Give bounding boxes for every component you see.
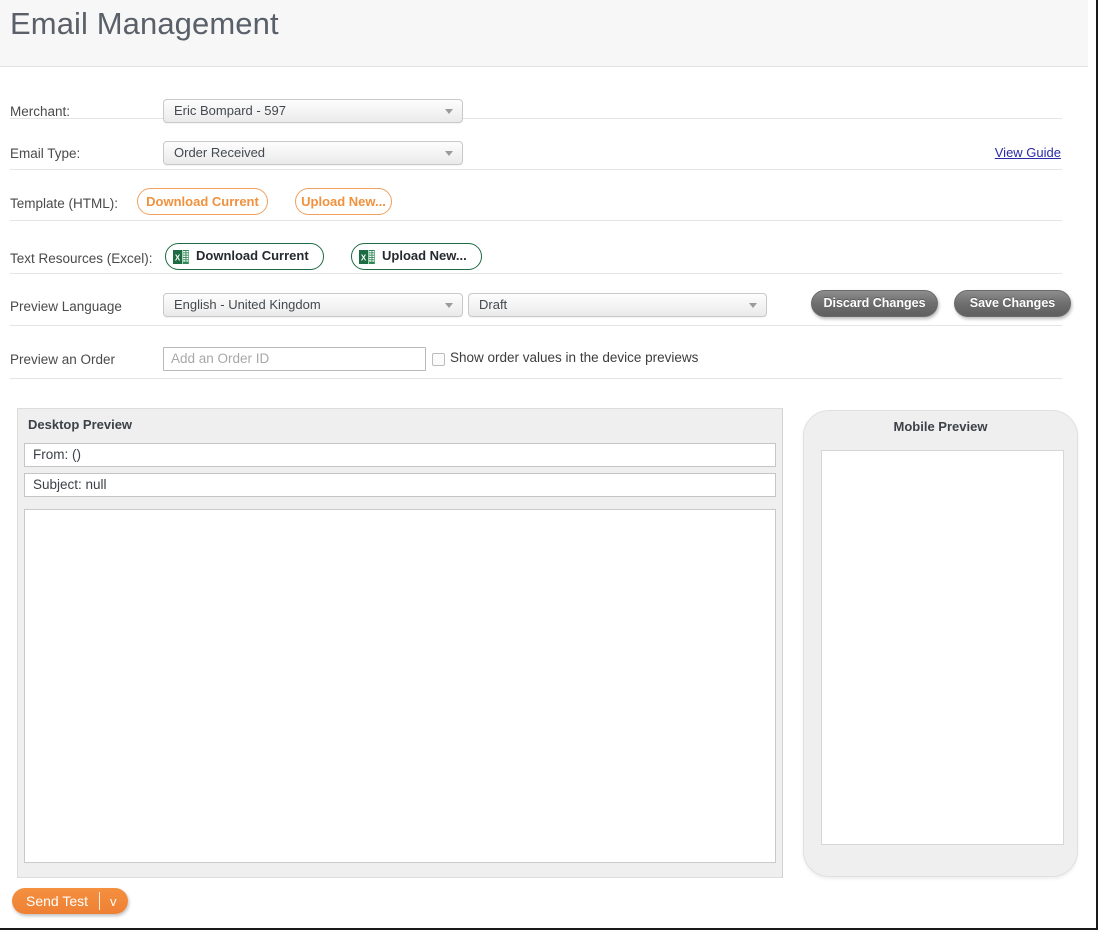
svg-text:X: X bbox=[361, 254, 367, 263]
chevron-down-icon bbox=[749, 303, 757, 308]
upload-new-excel-label: Upload New... bbox=[382, 248, 467, 263]
mobile-preview-body bbox=[821, 450, 1064, 845]
preview-status-value: Draft bbox=[479, 297, 508, 312]
email-type-row: Email Type: Order Received View Guide bbox=[10, 119, 1062, 170]
chevron-down-icon bbox=[445, 303, 453, 308]
page-header: Email Management bbox=[0, 0, 1088, 67]
preview-language-select[interactable]: English - United Kingdom bbox=[163, 293, 463, 317]
view-guide-link[interactable]: View Guide bbox=[995, 145, 1061, 160]
desktop-preview-body bbox=[24, 509, 776, 863]
excel-icon: X bbox=[173, 250, 189, 264]
email-type-select[interactable]: Order Received bbox=[163, 141, 463, 165]
send-test-label: Send Test bbox=[26, 892, 89, 909]
preview-order-label: Preview an Order bbox=[10, 352, 116, 367]
upload-new-excel-button[interactable]: X Upload New... bbox=[351, 243, 482, 270]
desktop-preview-panel: Desktop Preview From: () Subject: null bbox=[17, 408, 783, 878]
preview-status-select[interactable]: Draft bbox=[468, 293, 767, 317]
chevron-down-icon[interactable]: v bbox=[100, 889, 128, 914]
desktop-preview-from: From: () bbox=[24, 443, 776, 467]
merchant-label: Merchant: bbox=[10, 104, 71, 119]
upload-new-template-button[interactable]: Upload New... bbox=[295, 188, 392, 215]
settings-form: Merchant: Eric Bompard - 597 Email Type:… bbox=[10, 68, 1071, 379]
mobile-preview-panel: Mobile Preview bbox=[803, 410, 1078, 877]
mobile-preview-title: Mobile Preview bbox=[893, 419, 988, 434]
desktop-preview-subject: Subject: null bbox=[24, 473, 776, 497]
download-current-template-button[interactable]: Download Current bbox=[137, 188, 268, 215]
email-management-page: Email Management Merchant: Eric Bompard … bbox=[0, 0, 1098, 930]
template-html-label: Template (HTML): bbox=[10, 196, 119, 211]
merchant-select-value: Eric Bompard - 597 bbox=[174, 103, 286, 118]
preview-language-value: English - United Kingdom bbox=[174, 297, 321, 312]
preview-language-row: Preview Language English - United Kingdo… bbox=[10, 274, 1071, 326]
text-resources-row: Text Resources (Excel): X Download Curre… bbox=[10, 221, 1062, 274]
desktop-preview-title: Desktop Preview bbox=[28, 417, 133, 432]
save-changes-button[interactable]: Save Changes bbox=[954, 290, 1071, 317]
svg-text:X: X bbox=[175, 254, 181, 263]
page-title: Email Management bbox=[10, 6, 279, 41]
merchant-row: Merchant: Eric Bompard - 597 bbox=[10, 68, 1062, 123]
text-resources-label: Text Resources (Excel): bbox=[10, 251, 153, 266]
preview-order-row: Preview an Order Add an Order ID Show or… bbox=[10, 326, 1062, 379]
order-id-input[interactable]: Add an Order ID bbox=[163, 347, 426, 371]
template-html-row: Template (HTML): Download Current Upload… bbox=[10, 170, 1062, 221]
excel-icon: X bbox=[359, 250, 375, 264]
discard-changes-button[interactable]: Discard Changes bbox=[811, 290, 938, 317]
email-type-select-value: Order Received bbox=[174, 145, 266, 160]
chevron-down-icon bbox=[445, 109, 453, 114]
email-type-label: Email Type: bbox=[10, 146, 81, 161]
send-test-button[interactable]: Send Test v bbox=[12, 888, 128, 914]
download-current-excel-label: Download Current bbox=[196, 248, 309, 263]
chevron-down-icon bbox=[445, 151, 453, 156]
preview-language-label: Preview Language bbox=[10, 299, 122, 314]
show-order-values-checkbox[interactable] bbox=[432, 353, 445, 366]
show-order-values-label: Show order values in the device previews bbox=[450, 350, 699, 365]
download-current-excel-button[interactable]: X Download Current bbox=[165, 243, 324, 270]
